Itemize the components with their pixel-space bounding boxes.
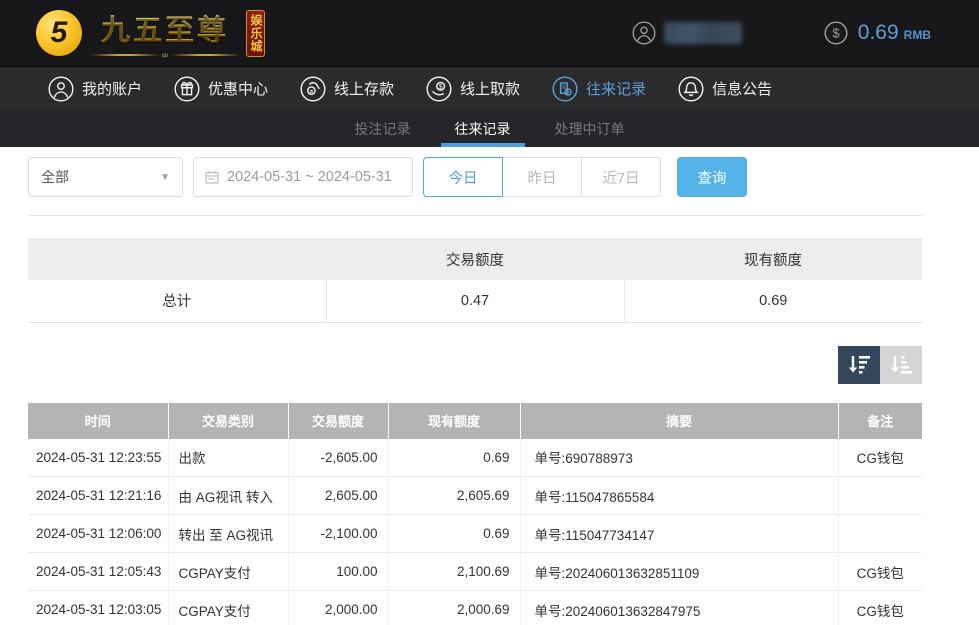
balance-amount: 0.69 — [858, 21, 899, 45]
calendar-icon — [204, 169, 220, 185]
balance-currency: RMB — [904, 28, 931, 42]
coin-icon: $ — [824, 21, 848, 45]
nav-item-deposit[interactable]: 线上存款 — [300, 76, 394, 102]
sort-ascending-button[interactable] — [880, 346, 922, 384]
nav-item-my-account[interactable]: 我的账户 — [48, 76, 142, 102]
sort-asc-icon — [888, 353, 914, 377]
balance-display[interactable]: $ 0.69 RMB — [824, 21, 931, 45]
summary-total-amount: 0.47 — [326, 280, 624, 322]
sort-controls — [28, 346, 922, 384]
logo-flourish-ornament: ∞ — [90, 51, 240, 59]
quick-date-group: 今日 昨日 近7日 — [423, 157, 661, 197]
deposit-icon — [300, 76, 326, 102]
records-icon — [552, 76, 578, 102]
nav-item-withdraw[interactable]: $ 线上取款 — [426, 76, 520, 102]
table-row: 2024-05-31 12:03:05 CGPAY支付 2,000.00 2,0… — [28, 591, 922, 625]
withdraw-icon: $ — [426, 76, 452, 102]
top-header: 5 九五至尊 ∞ 娱乐城 — [0, 0, 979, 66]
summary-col-transaction-amount: 交易额度 — [326, 238, 624, 280]
summary-col-current-balance: 现有额度 — [624, 238, 922, 280]
site-badge: 娱乐城 — [246, 10, 265, 57]
record-subtabs: 投注记录 往来记录 处理中订单 — [0, 110, 979, 147]
today-button[interactable]: 今日 — [423, 157, 503, 197]
site-title: 九五至尊 — [101, 7, 229, 49]
gift-icon — [174, 76, 200, 102]
table-row: 2024-05-31 12:05:43 CGPAY支付 100.00 2,100… — [28, 553, 922, 591]
last7days-button[interactable]: 近7日 — [581, 157, 661, 197]
tab-pending-orders[interactable]: 处理中订单 — [549, 110, 631, 147]
date-range-input[interactable]: 2024-05-31 ~ 2024-05-31 — [193, 157, 413, 197]
summary-header-row: 交易额度 现有额度 — [28, 238, 922, 280]
records-table: 时间 交易类别 交易额度 现有额度 摘要 备注 2024-05-31 12:23… — [28, 403, 922, 625]
records-header-row: 时间 交易类别 交易额度 现有额度 摘要 备注 — [28, 403, 922, 439]
main-navigation: 我的账户 优惠中心 线上存款 $ — [0, 66, 979, 110]
table-row: 2024-05-31 12:23:55 出款 -2,605.00 0.69 单号… — [28, 439, 922, 477]
summary-table: 交易额度 现有额度 总计 0.47 0.69 — [28, 238, 922, 323]
summary-total-balance: 0.69 — [624, 280, 922, 322]
username-redacted — [664, 22, 742, 44]
table-row: 2024-05-31 12:06:00 转出 至 AG视讯 -2,100.00 … — [28, 515, 922, 553]
sort-descending-button[interactable] — [838, 346, 880, 384]
type-select[interactable]: 全部 ▼ — [28, 157, 183, 197]
section-divider — [28, 215, 922, 216]
chevron-down-icon: ▼ — [160, 172, 170, 183]
svg-text:$: $ — [832, 26, 840, 41]
filter-bar: 全部 ▼ 2024-05-31 ~ 2024-05-31 今日 昨日 近7日 查… — [28, 157, 979, 197]
user-account[interactable] — [632, 21, 742, 45]
search-button[interactable]: 查询 — [677, 157, 747, 197]
yesterday-button[interactable]: 昨日 — [502, 157, 582, 197]
nav-item-promotions[interactable]: 优惠中心 — [174, 76, 268, 102]
table-row: 2024-05-31 12:21:16 由 AG视讯 转入 2,605.00 2… — [28, 477, 922, 515]
tab-betting-records[interactable]: 投注记录 — [349, 110, 417, 147]
transaction-records-page: 5 九五至尊 ∞ 娱乐城 — [0, 0, 979, 625]
summary-total-row: 总计 0.47 0.69 — [28, 280, 922, 322]
svg-text:$: $ — [439, 83, 443, 90]
sort-desc-icon — [846, 353, 872, 377]
site-logo[interactable]: 5 九五至尊 ∞ 娱乐城 — [36, 7, 265, 59]
nav-item-announcements[interactable]: 信息公告 — [678, 76, 772, 102]
user-avatar-icon — [632, 21, 656, 45]
tab-transaction-records[interactable]: 往来记录 — [449, 110, 517, 147]
bell-icon — [678, 76, 704, 102]
summary-total-label: 总计 — [28, 280, 326, 322]
logo-monogram-icon: 5 — [36, 10, 82, 56]
user-icon — [48, 76, 74, 102]
nav-item-transaction-records[interactable]: 往来记录 — [552, 76, 646, 102]
